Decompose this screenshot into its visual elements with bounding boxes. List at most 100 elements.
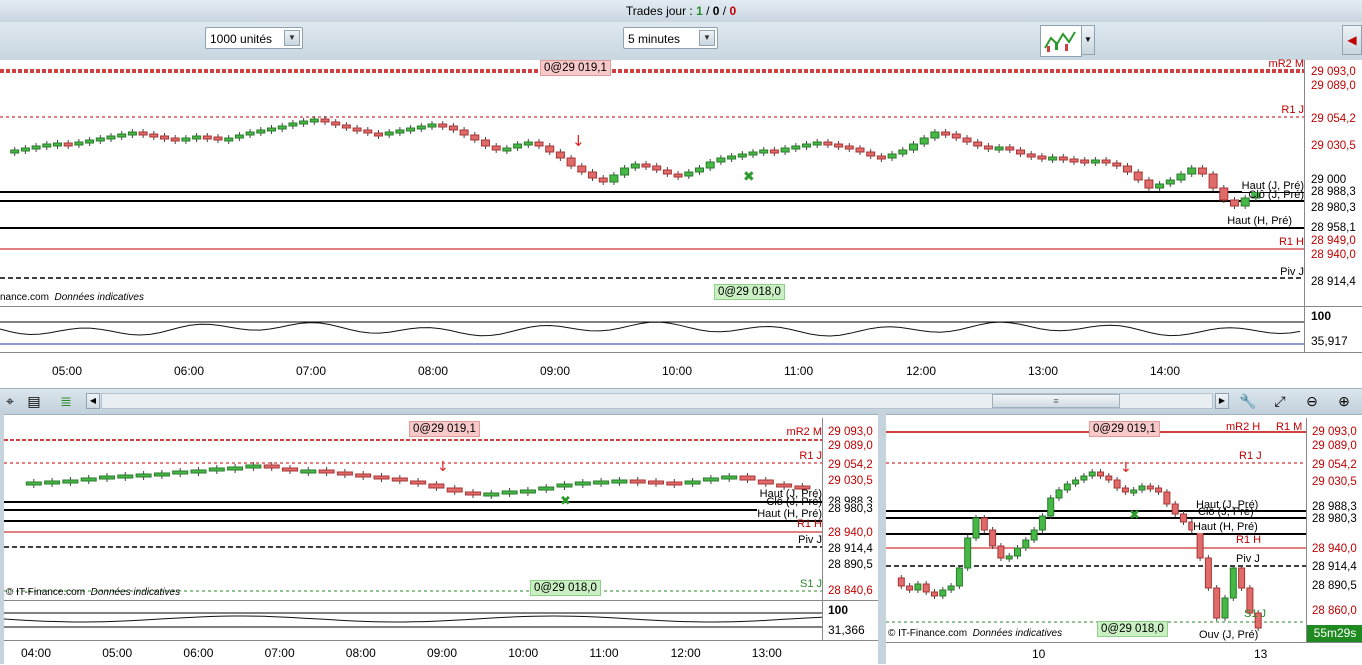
time-scrollbar[interactable]: ≡ [101, 393, 1213, 409]
candle [153, 472, 170, 477]
candle [395, 129, 405, 134]
candle [955, 567, 963, 587]
candle [117, 474, 134, 479]
scroll-left-button[interactable]: ◀ [86, 393, 100, 409]
zoom-fit-icon[interactable]: ⤢ [1270, 391, 1290, 411]
candle [341, 124, 351, 129]
order-tag-top[interactable]: 0@29 019,1 [540, 60, 611, 76]
candle [1030, 529, 1038, 541]
candle [1072, 479, 1080, 485]
candle [1088, 471, 1096, 477]
candle [427, 123, 437, 128]
candle [465, 491, 481, 496]
candle [662, 169, 672, 175]
level-name: S1 J [799, 578, 822, 590]
candle [630, 163, 640, 169]
price-label: 28 914,4 [1312, 561, 1357, 573]
candle [629, 479, 646, 484]
zoom-in-icon[interactable]: ⊕ [1334, 391, 1354, 411]
time-label: 09:00 [427, 646, 458, 660]
bottom-left-chart-area[interactable]: ↓ ✖ 0@29 019,1 0@29 018,0 © IT-Finance.co… [4, 418, 822, 600]
price-label: 28 980,3 [1312, 513, 1357, 525]
candle [997, 545, 1005, 559]
candle [887, 153, 897, 159]
candle [1123, 165, 1132, 173]
time-label: 06:00 [183, 646, 214, 660]
chart-type-button[interactable] [1040, 25, 1082, 57]
pane-splitter[interactable] [878, 413, 886, 664]
bottom-right-chart-area[interactable]: ↓ ✖ 0@29 019,1 0@29 018,0 © IT-Finance.co… [886, 418, 1306, 642]
candle [684, 171, 694, 177]
candle [1197, 167, 1207, 175]
scrollbar-thumb[interactable]: ≡ [992, 394, 1120, 408]
chevron-down-icon[interactable]: ▼ [699, 30, 715, 46]
candle [737, 153, 747, 158]
scroll-right-button[interactable]: ▶ [1215, 393, 1229, 409]
price-label: 28 890,5 [828, 559, 873, 571]
candle [106, 135, 116, 140]
candle [263, 464, 280, 469]
candle [1005, 146, 1015, 151]
main-chart-area[interactable]: ↓ ✖ 0@29 019,1 0@29 018,0 nance.com Donné… [0, 58, 1304, 306]
candle [898, 149, 908, 155]
wrench-icon[interactable]: 🔧 [1238, 391, 1258, 411]
candle [80, 477, 97, 482]
bottom-left-indicator-pane[interactable] [4, 600, 822, 641]
level-name: R1 H [1278, 236, 1304, 248]
bottom-left-time-axis: 04:00 05:00 06:00 07:00 08:00 09:00 10:00 11:00… [4, 640, 878, 665]
level-name: R1 H [1236, 534, 1262, 546]
time-label: 14:00 [1150, 364, 1181, 378]
sell-arrow-icon: ↓ [437, 459, 449, 475]
order-tag-top[interactable]: 0@29 019,1 [409, 421, 480, 437]
document-icon[interactable]: ▤ [24, 391, 44, 411]
price-label: 28 980,3 [828, 503, 873, 515]
candle [1163, 491, 1171, 505]
candle [1022, 539, 1030, 549]
oscillator-line [4, 612, 822, 628]
candle [919, 137, 929, 145]
candle [374, 132, 383, 137]
main-price-chart[interactable]: ↓✖ [0, 60, 1304, 306]
candle [994, 146, 1004, 151]
candle [673, 173, 683, 178]
bars-icon[interactable]: ≣ [56, 391, 76, 411]
main-indicator-pane[interactable] [0, 306, 1304, 353]
candle [282, 467, 298, 472]
bottom-left-price-chart[interactable]: ↓✖ [4, 418, 822, 600]
candle [1133, 171, 1143, 181]
chevron-down-icon[interactable]: ▼ [284, 30, 300, 46]
interval-select[interactable]: 5 minutes ▼ [623, 27, 718, 49]
candle [1208, 173, 1218, 189]
zoom-out-icon[interactable]: ⊖ [1302, 391, 1322, 411]
candle [391, 477, 408, 482]
order-tag-bottom[interactable]: 0@29 018,0 [530, 580, 601, 596]
candle [44, 480, 61, 485]
panel-toggle-button[interactable]: ◀ [1342, 25, 1362, 55]
candle [1105, 475, 1113, 481]
candle [245, 131, 255, 136]
price-label: 28 949,0 [1311, 235, 1356, 247]
candle [99, 475, 115, 480]
price-label: 29 089,0 [1312, 440, 1357, 452]
order-tag-top[interactable]: 0@29 019,1 [1089, 421, 1160, 437]
candle [780, 147, 790, 153]
order-tag-bottom[interactable]: 0@29 018,0 [1097, 621, 1168, 637]
chart-type-dropdown[interactable]: ▼ [1081, 25, 1095, 55]
crosshair-icon[interactable]: ⌖ [0, 391, 20, 411]
candle [135, 473, 152, 478]
candle [791, 145, 801, 150]
quantity-select[interactable]: 1000 unités ▼ [205, 27, 303, 49]
order-tag-bottom[interactable]: 0@29 018,0 [714, 284, 785, 300]
candle [300, 469, 317, 474]
bottom-right-time-axis: 10 13 [886, 642, 1362, 665]
time-label: 12:00 [906, 364, 937, 378]
candle [951, 133, 961, 139]
candle [502, 147, 512, 152]
candle [1130, 489, 1138, 494]
candle [930, 131, 940, 139]
candle [876, 155, 886, 160]
price-label: 28 840,6 [828, 585, 873, 597]
level-name: Clô (J, Pré) [1248, 189, 1304, 201]
level-name: R1 J [1239, 450, 1262, 462]
price-label: 29 030,5 [1312, 476, 1357, 488]
